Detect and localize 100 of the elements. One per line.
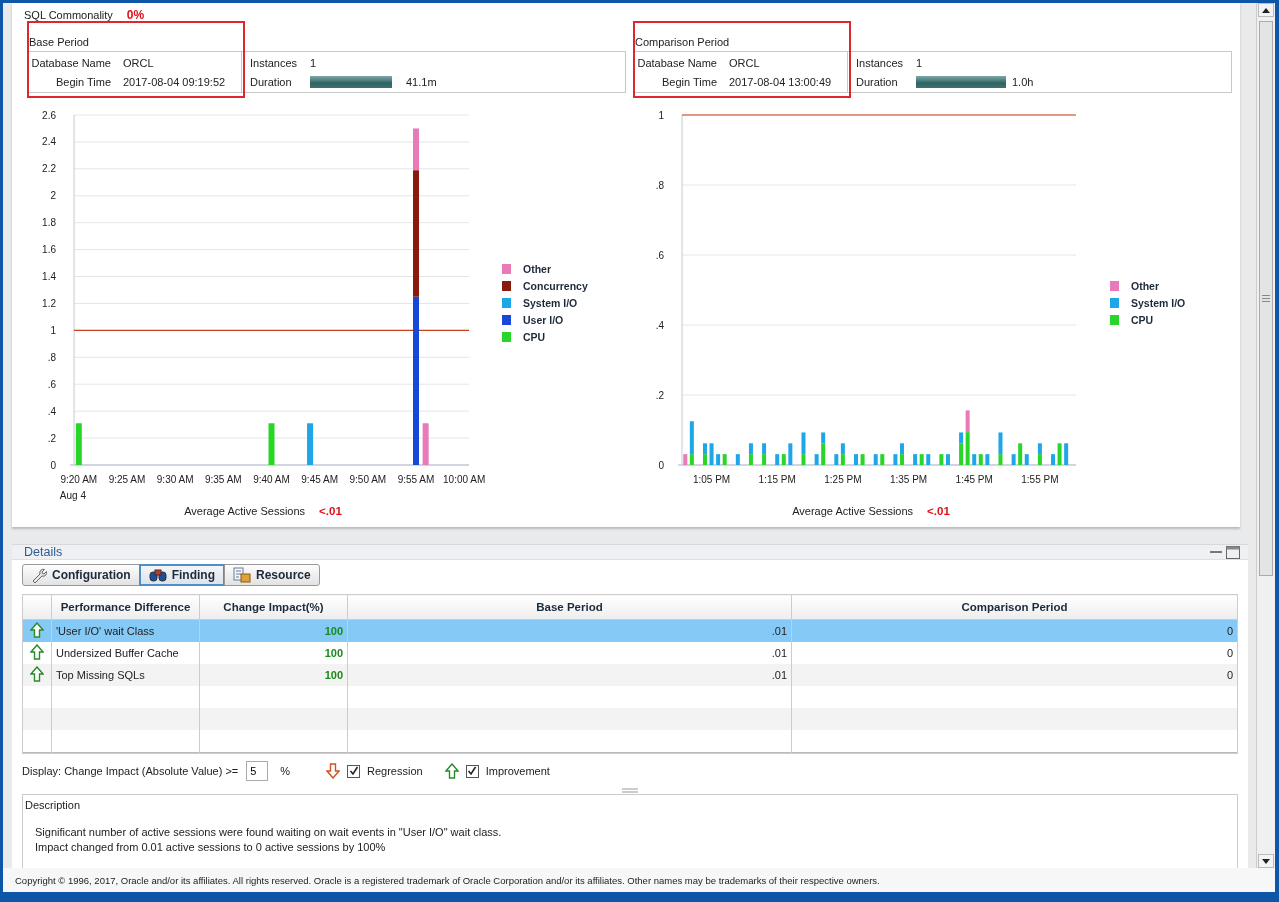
axis-label: 1.6 [42,244,56,256]
checkbox[interactable] [465,764,479,778]
tab[interactable]: Resource [224,564,320,586]
filter-label: Display: Change Impact (Absolute Value) >= [22,765,239,777]
axis-label: 9:30 AM [156,474,194,485]
chart-bar [854,454,858,465]
axis-label: 2.2 [42,163,56,175]
axis-label: .2 [47,432,56,444]
table-cell: 100 [324,647,343,659]
scrollbar-thumb[interactable] [1259,21,1273,576]
description-title: Description [25,799,82,811]
axis-label: 9:25 AM [108,474,146,485]
axis-label: 1:05 PM [692,474,731,485]
field-value: 1 [310,56,318,69]
axis-label: .4 [47,405,56,417]
up-arrow-icon [30,666,44,682]
axis-label: .2 [655,389,664,401]
chart-footer-label: Average Active Sessions [184,505,306,517]
field-value: 1.0h [1012,75,1034,88]
axis-label: 1.8 [42,217,56,229]
wrench-icon [31,567,47,583]
chart-bar [268,423,275,465]
tab[interactable]: Configuration [22,564,140,586]
chart-bar [1051,454,1055,465]
commonality-label: SQL Commonality [24,9,113,21]
chart-bar [860,454,865,465]
table-cell: 0 [1226,625,1233,637]
threshold-input[interactable]: 5 [246,761,269,781]
column-header[interactable]: Base Period [347,594,792,620]
axis-label: 9:35 AM [205,474,242,485]
field-label: Duration [856,75,899,88]
axis-label: 0 [658,459,664,471]
description-text: Impact changed from 0.01 active sessions to 0 active sessions by 100% [35,840,387,855]
axis-label: 9:50 AM [349,474,387,485]
down-arrow-icon [326,763,341,779]
table-cell: .01 [771,647,787,659]
chart-bar [709,443,714,465]
legend-label: System I/O [523,297,578,309]
legend-label: CPU [523,331,546,343]
axis-label: .6 [47,378,56,390]
axis-label: 1 [658,109,664,121]
axis-label: 1:55 PM [1021,474,1059,485]
column-header[interactable]: Performance Difference [51,594,200,620]
table-row[interactable]: Top Missing SQLs 100 .01 0 [22,664,1238,686]
column-header[interactable]: Change Impact(%) [199,594,348,620]
panel-title: Details [24,545,64,559]
tab[interactable]: Finding [138,564,225,586]
scroll-down-button[interactable] [1258,854,1274,868]
binoculars-icon [148,567,167,583]
description-text: Significant number of active sessions were found waiting on wait events in "User I/O" wait class. [35,825,503,840]
field-value: ORCL [123,56,155,69]
axis-label: 9:40 AM [253,474,290,485]
period-title: Base Period [29,36,89,48]
axis-label: 1.4 [42,271,56,283]
table-cell: Top Missing SQLs [56,669,145,681]
table-cell: 100 [324,625,343,637]
field-label: Database Name [30,56,111,69]
table-cell: 'User I/O' wait Class [56,625,155,637]
axis-label: .8 [655,179,664,191]
chart-bar [880,454,885,465]
legend-label: Concurrency [523,280,588,292]
field-value: 1 [916,56,924,69]
axis-label: .6 [655,249,664,261]
axis-label: 2 [50,190,56,202]
checkbox[interactable] [347,764,361,778]
axis-label: 9:55 AM [397,474,435,485]
chart-bar [873,454,878,465]
chart-footer-label: Average Active Sessions [792,505,914,517]
chart-bar [814,454,819,465]
column-header[interactable]: Comparison Period [791,594,1238,620]
field-label: Instances [856,56,905,69]
up-arrow-icon [30,622,44,638]
axis-label: 1.2 [42,297,56,309]
legend-label: Other [1131,280,1159,292]
chart-footer-value: <.01 [319,505,342,517]
table-cell: Undersized Buffer Cache [56,647,179,659]
unit-label: % [280,765,291,777]
axis-label: 1:15 PM [758,474,796,485]
splitter-handle[interactable] [622,788,638,793]
chart-bar [1064,443,1069,465]
up-triangle-icon [1262,7,1270,13]
scroll-up-button[interactable] [1258,3,1274,17]
axis-label: 9:20 AM [60,474,98,485]
table-cell: .01 [771,625,787,637]
chart-bar [1057,443,1062,465]
chart-bar [307,423,314,465]
axis-label: 1:35 PM [889,474,928,485]
checkbox-label: Regression [367,765,423,777]
chart-bar [735,454,740,465]
period-title: Comparison Period [635,36,730,48]
table-cell: 100 [324,669,343,681]
legend-label: User I/O [523,314,564,326]
field-value: 2017-08-04 09:19:52 [123,75,227,88]
table-cell: 0 [1226,647,1233,659]
copyright-text: Copyright © 1996, 2017, Oracle and/or its affiliates. All rights reserved. Oracle is a registered trademark of Oracle Corporation and/or its affiliates. Other names may be trademarks of their respective owners. [15,874,880,886]
field-value: 41.1m [406,75,437,88]
maximize-icon[interactable] [1226,545,1240,559]
axis-label: 1 [50,324,56,336]
table-row[interactable]: 'User I/O' wait Class 100 .01 0 [22,619,1238,642]
axis-label: .8 [47,351,56,363]
